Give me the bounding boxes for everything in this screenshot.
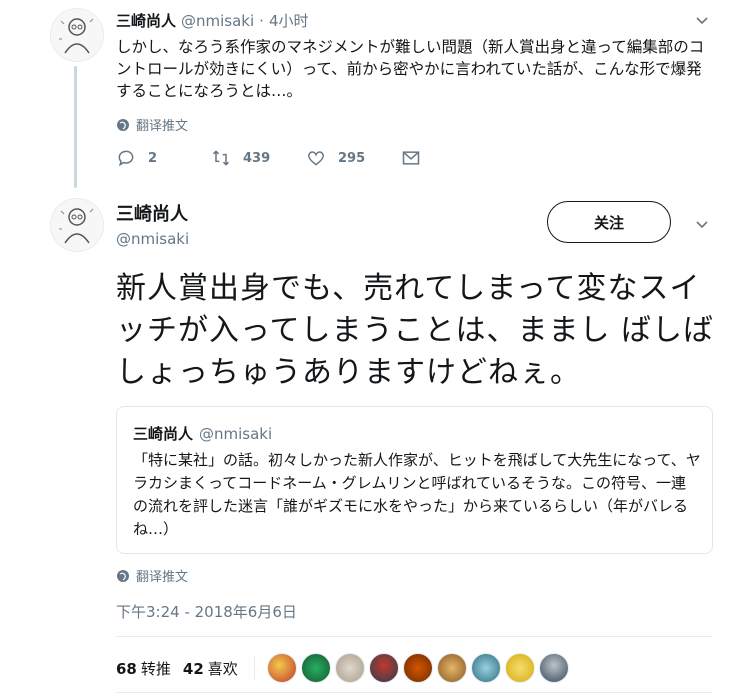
retweet-stat-count: 68 — [116, 659, 137, 678]
more-menu-button[interactable] — [694, 216, 710, 236]
reply-icon — [118, 150, 134, 167]
tweet-text: しかし、なろう系作家のマネジメントが難しい問題（新人賞出身と違って編集部のコント… — [116, 38, 705, 100]
follow-button[interactable]: 关注 — [547, 201, 671, 243]
author-handle[interactable]: @nmisaki — [181, 12, 254, 30]
liker-avatar[interactable] — [266, 653, 297, 683]
translate-link[interactable]: 翻译推文 — [116, 115, 188, 134]
liker-avatar[interactable] — [334, 653, 365, 683]
like-button[interactable]: 295 — [306, 148, 401, 168]
reply-count: 2 — [148, 150, 158, 166]
divider — [116, 692, 712, 693]
quoted-author-handle: @nmisaki — [199, 425, 273, 443]
envelope-icon — [402, 151, 420, 165]
chevron-down-icon — [696, 17, 708, 25]
like-count: 295 — [338, 150, 366, 166]
globe-icon — [117, 569, 129, 582]
retweet-stat[interactable]: 68 转推 — [116, 658, 171, 679]
translate-label: 翻译推文 — [136, 570, 189, 585]
liker-avatar[interactable] — [368, 653, 399, 683]
like-stat-label: 喜欢 — [207, 659, 238, 678]
divider — [253, 656, 255, 680]
retweet-count: 439 — [243, 150, 271, 166]
retweet-button[interactable]: 439 — [211, 148, 306, 168]
thread-line — [74, 66, 77, 188]
reply-button[interactable]: 2 — [116, 148, 211, 168]
like-stat[interactable]: 42 喜欢 — [183, 658, 238, 679]
tweet-timestamp[interactable]: 下午3:24 - 2018年6月6日 — [116, 601, 297, 622]
quoted-tweet-text: 「特に某社」の話。初々しかった新人作家が、ヒットを飛ばして大先生になって、ヤラカ… — [133, 451, 701, 538]
liker-avatar[interactable] — [436, 653, 467, 683]
divider — [116, 636, 712, 637]
quoted-tweet[interactable]: 三崎尚人 @nmisaki 「特に某社」の話。初々しかった新人作家が、ヒットを飛… — [116, 406, 713, 554]
translate-link[interactable]: 翻译推文 — [116, 566, 188, 585]
liker-avatar[interactable] — [538, 653, 569, 683]
dm-button[interactable] — [401, 148, 431, 168]
liker-avatar[interactable] — [504, 653, 535, 683]
retweet-stat-label: 转推 — [140, 659, 171, 678]
chevron-down-icon — [696, 221, 708, 229]
translate-label: 翻译推文 — [136, 119, 189, 134]
avatar[interactable] — [50, 8, 104, 62]
tweet-time[interactable]: 4小时 — [269, 10, 309, 31]
separator: · — [259, 12, 264, 30]
liker-avatar[interactable] — [402, 653, 433, 683]
liker-avatars — [266, 653, 569, 683]
tweet-text: 新人賞出身でも、売れてしまって変なスイッチが入ってしまうことは、ままし ばしばし… — [116, 271, 715, 390]
globe-icon — [117, 118, 129, 131]
retweet-icon — [212, 150, 230, 166]
more-menu-button[interactable] — [694, 12, 710, 32]
quoted-author-name: 三崎尚人 — [133, 425, 194, 443]
liker-avatar[interactable] — [470, 653, 501, 683]
avatar[interactable] — [50, 198, 104, 252]
liker-avatar[interactable] — [300, 653, 331, 683]
author-name[interactable]: 三崎尚人 — [116, 10, 176, 31]
author-handle[interactable]: @nmisaki — [116, 230, 189, 248]
author-name[interactable]: 三崎尚人 — [116, 200, 189, 226]
like-stat-count: 42 — [182, 659, 204, 678]
heart-icon — [307, 151, 325, 166]
